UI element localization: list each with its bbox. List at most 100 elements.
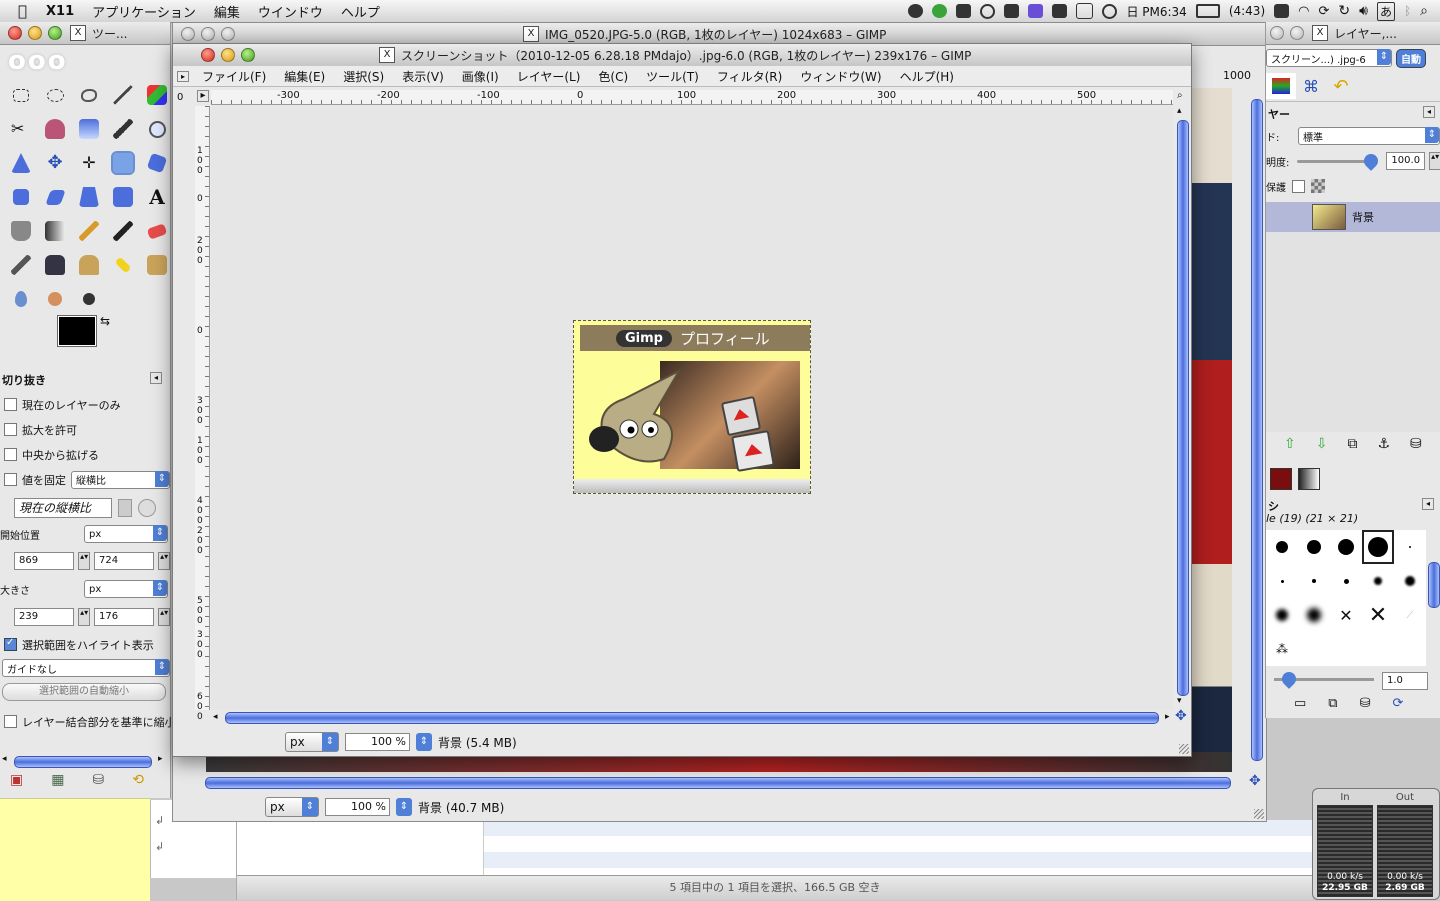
brush-item[interactable] [1298,598,1330,632]
expand-center-checkbox[interactable]: 中央から拡げる [0,442,170,467]
fixed-checkbox[interactable]: 値を固定 縦横比 [0,467,170,492]
undo-tab[interactable]: ↶ [1326,73,1356,99]
scroll-down-arrow[interactable]: ▾ [1177,696,1182,706]
chat-icon[interactable] [908,4,924,18]
close-button[interactable] [201,48,215,62]
pencil-tool[interactable] [72,214,106,248]
brush-item[interactable] [1298,564,1330,598]
spacing-slider-thumb[interactable] [1279,669,1299,689]
dock-titlebar[interactable]: X レイヤー,... [1266,22,1440,45]
evernote-icon[interactable] [1004,4,1020,18]
image-layer[interactable]: Gimp プロフィール [573,320,811,494]
lower-layer-icon[interactable]: ⇩ [1316,436,1328,452]
highlight-checkbox[interactable]: 選択範囲をハイライト表示 [0,632,170,657]
back-zoom-dropdown[interactable]: ⇕ [396,798,412,816]
menubar-clock[interactable]: 日 PM6:34 [1126,3,1186,20]
position-x-field[interactable]: 869 [14,552,75,570]
layer-mode-select[interactable]: 標準 [1298,127,1440,145]
eraser-tool[interactable] [140,214,174,248]
menu-windows[interactable]: ウィンドウ(W) [791,68,890,85]
menu-view[interactable]: 表示(V) [393,68,453,85]
image-select[interactable]: スクリーン...) .jpg-6 [1266,49,1392,67]
menu-applications[interactable]: アプリケーション [83,2,205,21]
size-width-spinner[interactable]: ▴▾ [78,608,90,626]
menu-help[interactable]: ヘルプ(H) [891,68,963,85]
airplay-icon[interactable]: ⟳ [1318,4,1329,19]
position-y-spinner[interactable]: ▴▾ [158,552,170,570]
layer-name[interactable]: 背景 [1352,209,1374,225]
lock-alpha-checkbox[interactable] [1292,179,1305,193]
crop-tool[interactable] [106,146,140,180]
front-vscroll[interactable] [1177,120,1189,696]
move-tool[interactable]: ✥ [38,146,72,180]
scroll-left-arrow[interactable]: ◂ [2,754,7,764]
ink-tool[interactable] [38,248,72,282]
heal-tool[interactable] [106,248,140,282]
gradient-tab[interactable] [1298,468,1320,490]
resize-grip[interactable] [1254,809,1264,819]
menu-edit[interactable]: 編集(E) [275,68,334,85]
layers-tab[interactable] [1266,73,1296,99]
front-zoom-field[interactable]: 100 % [345,733,410,751]
brush-item[interactable] [1298,530,1330,564]
scroll-left-arrow[interactable]: ◂ [213,712,218,722]
battery-icon[interactable] [1195,4,1220,18]
back-unit-select[interactable]: px [265,797,319,817]
rotate-tool[interactable] [140,146,174,180]
panel-menu-icon[interactable]: ◂ [1422,498,1434,510]
paths-tool[interactable] [72,112,106,146]
minimize-button[interactable] [28,26,42,40]
size-unit-select[interactable]: px [84,580,168,598]
spacing-field[interactable]: 1.0 [1382,672,1428,690]
perspective-clone-tool[interactable] [140,248,174,282]
blend-tool[interactable] [38,214,72,248]
panel-menu-icon[interactable]: ◂ [150,372,162,384]
reset-options-icon[interactable]: ⟲ [132,772,144,788]
back-hscroll[interactable] [205,777,1231,789]
menu-image[interactable]: 画像(I) [453,68,508,85]
auto-button[interactable]: 自動 [1396,48,1426,68]
guides-select[interactable]: ガイドなし [2,659,170,677]
allow-grow-checkbox[interactable]: 拡大を許可 [0,417,170,442]
brush-vscroll[interactable] [1428,562,1440,608]
spacing-slider[interactable] [1274,669,1374,689]
brush-item[interactable]: ✕ [1330,598,1362,632]
clone-tool[interactable] [72,248,106,282]
opacity-slider-thumb[interactable] [1361,150,1382,171]
menu-window[interactable]: ウインドウ [249,2,332,21]
layer-row[interactable]: 背景 [1266,202,1440,232]
delete-brush-icon[interactable]: ⛁ [1360,696,1371,711]
foreground-color-swatch[interactable] [57,315,97,347]
bucket-fill-tool[interactable] [4,214,38,248]
fuzzy-select-tool[interactable] [106,78,140,112]
restore-options-icon[interactable]: ▦ [51,772,64,788]
size-width-field[interactable]: 239 [14,608,75,626]
size-height-field[interactable]: 176 [94,608,155,626]
brush-item[interactable] [1394,564,1426,598]
shear-tool[interactable] [38,180,72,214]
toolbox-hscroll[interactable] [14,756,152,768]
paths-tab[interactable]: ⌘ [1296,73,1326,99]
rect-select-tool[interactable] [4,78,38,112]
brush-tab[interactable] [1270,468,1292,490]
front-hscroll[interactable] [225,712,1159,724]
navigate-icon[interactable]: ✥ [1249,773,1261,789]
position-unit-select[interactable]: px [84,525,168,543]
front-zoom-dropdown[interactable]: ⇕ [416,733,432,751]
brush-item[interactable] [1362,530,1394,564]
dodge-burn-tool[interactable] [72,282,106,316]
landscape-icon[interactable] [138,499,156,517]
opacity-slider[interactable] [1297,150,1382,171]
time-machine-icon[interactable] [1102,3,1118,19]
menu-edit[interactable]: 編集 [205,2,249,21]
aspect-ratio-field[interactable]: 現在の縦横比 [14,498,112,518]
pen-icon[interactable] [1028,4,1044,18]
perspective-tool[interactable] [72,180,106,214]
opacity-spinner[interactable]: ▴▾ [1429,152,1440,170]
smudge-tool[interactable] [38,282,72,316]
minimize-button[interactable] [1290,26,1304,40]
brush-item[interactable] [1394,530,1426,564]
toolbox-titlebar[interactable]: X ツー... [0,22,170,45]
foreground-select-tool[interactable] [38,112,72,146]
sim-icon[interactable] [1076,3,1094,19]
